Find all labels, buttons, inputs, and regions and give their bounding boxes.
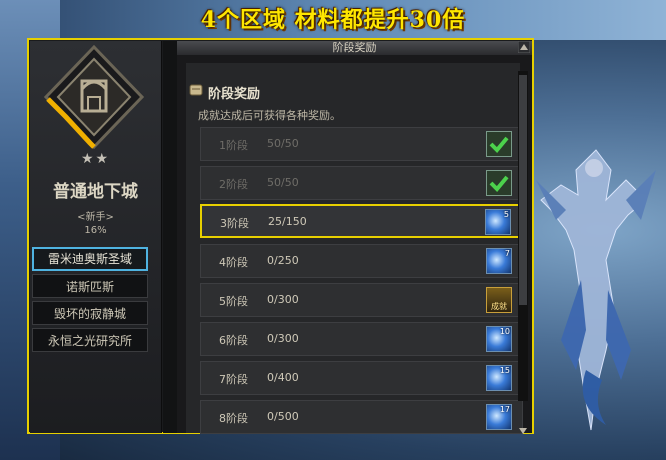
- reward-gold-label: 成就: [491, 302, 507, 311]
- stage-progress: 0/400: [267, 371, 299, 384]
- stage-label: 3阶段: [220, 217, 249, 230]
- stage-row[interactable]: 1阶段 50/50: [200, 127, 523, 161]
- area-item-eternal-light-lab[interactable]: 永恒之光研究所: [32, 328, 148, 352]
- reward-count: 7: [504, 249, 510, 258]
- scroll-icon: [189, 84, 203, 96]
- stage-progress: 0/250: [267, 254, 299, 267]
- reward-item-icon[interactable]: 10: [486, 326, 512, 352]
- stage-progress: 50/50: [267, 176, 299, 189]
- reward-item-icon[interactable]: 5: [485, 209, 511, 235]
- reward-count: 15: [499, 366, 510, 375]
- reward-heading: 阶段奖励: [208, 87, 261, 102]
- stage-label: 8阶段: [219, 412, 248, 425]
- dungeon-emblem-icon: [44, 45, 144, 150]
- reward-list-area: 阶段奖励 成就达成后可获得各种奖励。 1阶段 50/50 2阶段 50/50 3…: [186, 63, 523, 434]
- stage-label: 1阶段: [219, 139, 248, 152]
- reward-count: 17: [499, 405, 510, 414]
- scrollbar-thumb[interactable]: [519, 75, 527, 305]
- reward-item-icon[interactable]: 17: [486, 404, 512, 430]
- stage-row[interactable]: 2阶段 50/50: [200, 166, 523, 200]
- reward-item-icon[interactable]: 7: [486, 248, 512, 274]
- reward-count: 5: [503, 210, 509, 219]
- scroll-up-arrow-icon[interactable]: [518, 41, 530, 53]
- stage-progress: 25/150: [268, 215, 307, 228]
- stage-row[interactable]: 6阶段 0/300 10: [200, 322, 523, 356]
- stage-label: 4阶段: [219, 256, 248, 269]
- panel-divider: [163, 41, 177, 433]
- stage-progress: 0/500: [267, 410, 299, 423]
- stage-progress: 0/300: [267, 332, 299, 345]
- stage-label: 6阶段: [219, 334, 248, 347]
- stage-row[interactable]: 8阶段 0/500 17: [200, 400, 523, 434]
- stage-row-selected[interactable]: 3阶段 25/150 5: [200, 204, 523, 238]
- reward-achievement-chest-icon[interactable]: 成就: [486, 287, 512, 313]
- dungeon-panel: ★★ 普通地下城 <新手> 16% 雷米迪奥斯圣域 诺斯匹斯 毁坏的寂静城 永恒…: [30, 41, 162, 433]
- scroll-down-arrow-icon[interactable]: [518, 427, 528, 435]
- dungeon-rank: <新手>: [77, 212, 114, 223]
- reward-item-icon[interactable]: 15: [486, 365, 512, 391]
- stage-label: 5阶段: [219, 295, 248, 308]
- area-item-remedios[interactable]: 雷米迪奥斯圣域: [32, 247, 148, 271]
- stage-progress: 50/50: [267, 137, 299, 150]
- area-list: 雷米迪奥斯圣域 诺斯匹斯 毁坏的寂静城 永恒之光研究所: [32, 247, 148, 355]
- stage-row[interactable]: 7阶段 0/400 15: [200, 361, 523, 395]
- stage-row[interactable]: 5阶段 0/300 成就: [200, 283, 523, 317]
- dungeon-reward-window: ★★ 普通地下城 <新手> 16% 雷米迪奥斯圣域 诺斯匹斯 毁坏的寂静城 永恒…: [27, 38, 534, 434]
- reward-claimed-check-icon[interactable]: [486, 131, 512, 157]
- vertical-scrollbar[interactable]: [518, 71, 528, 401]
- dungeon-progress-percent: 16%: [84, 225, 107, 236]
- difficulty-stars: ★★: [80, 151, 111, 167]
- character-art: [536, 149, 656, 431]
- promo-banner: 4个区域 材料都提升30倍: [200, 7, 466, 33]
- area-item-nospis[interactable]: 诺斯匹斯: [32, 274, 148, 298]
- stage-progress: 0/300: [267, 293, 299, 306]
- reward-description: 成就达成后可获得各种奖励。: [198, 109, 341, 122]
- dungeon-name: 普通地下城: [53, 182, 138, 202]
- reward-count: 10: [499, 327, 510, 336]
- stage-row[interactable]: 4阶段 0/250 7: [200, 244, 523, 278]
- stage-label: 2阶段: [219, 178, 248, 191]
- reward-claimed-check-icon[interactable]: [486, 170, 512, 196]
- area-item-ruined-silent-city[interactable]: 毁坏的寂静城: [32, 301, 148, 325]
- stage-label: 7阶段: [219, 373, 248, 386]
- reward-window-title: 阶段奖励: [177, 41, 532, 55]
- reward-panel: 阶段奖励 阶段奖励 成就达成后可获得各种奖励。 1阶段 50/50 2阶段 50…: [177, 41, 532, 435]
